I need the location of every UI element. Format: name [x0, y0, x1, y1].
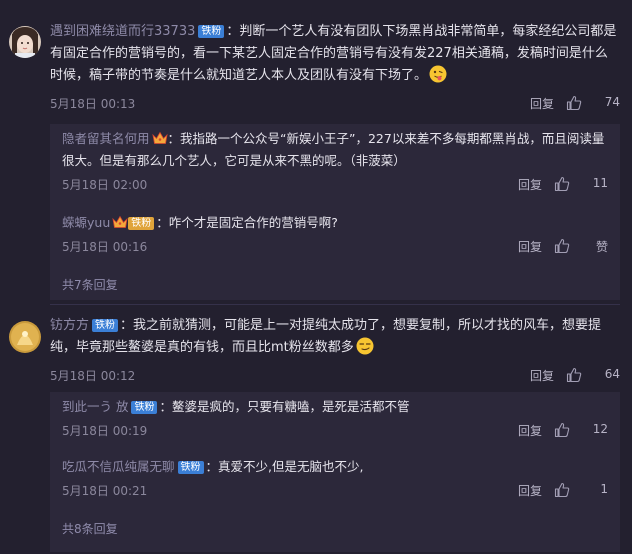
more-replies-link[interactable]: 共8条回复: [62, 520, 118, 537]
crown-icon: [151, 131, 168, 144]
like-button[interactable]: 12: [554, 420, 608, 440]
fan-badge: 铁粉: [198, 25, 225, 38]
smirk-emoji-icon: [356, 337, 374, 355]
comment-meta: 5月18日 00:12 回复 64: [50, 365, 620, 385]
reply-content: ：真爱不少,但是无脑也不少,: [205, 459, 364, 474]
reply-content: ：咋个才是固定合作的营销号啊?: [156, 215, 338, 230]
reply-content: ：鳌婆是疯的，只要有糖嗑，是死是活都不管: [159, 399, 410, 414]
like-count: 64: [604, 367, 620, 381]
reply-meta: 5月18日 00:21 回复 1: [62, 480, 608, 500]
reply-time: 5月18日 00:16: [62, 240, 148, 254]
like-button[interactable]: 11: [554, 174, 608, 194]
reply-item: 吃瓜不信瓜纯属无聊 铁粉 ：真爱不少,但是无脑也不少, 5月18日 00:21 回复…: [62, 456, 608, 500]
reply-item: 隐者留其名何用 ：我指路一个公众号“新娱小王子”，227以来差不多每期都黑肖战，…: [62, 128, 608, 194]
reply-button[interactable]: 回复: [518, 482, 542, 499]
user-avatar-image: [9, 321, 41, 353]
comment-text: 钫方方 铁粉 ：我之前就猜测，可能是上一对提纯太成功了，想要复制，所以才找的风车，想…: [50, 315, 620, 359]
reply-text: 蝾螈yuu 铁粉 ：咋个才是固定合作的营销号啊?: [62, 212, 608, 234]
tongue-out-emoji-icon: [429, 65, 447, 83]
like-button[interactable]: 1: [554, 480, 608, 500]
more-replies-link[interactable]: 共7条回复: [62, 276, 118, 293]
comment-time: 5月18日 00:12: [50, 369, 136, 383]
user-avatar-image: [9, 26, 41, 58]
reply-username[interactable]: 蝾螈yuu: [62, 215, 110, 230]
reply-list: 到此一う 放铁粉 ：鳌婆是疯的，只要有糖嗑，是死是活都不管 5月18日 00:19…: [50, 392, 620, 552]
thumbs-up-icon: [554, 482, 570, 498]
reply-button[interactable]: 回复: [518, 176, 542, 193]
reply-text: 吃瓜不信瓜纯属无聊 铁粉 ：真爱不少,但是无脑也不少,: [62, 456, 608, 478]
thumbs-up-icon: [554, 238, 570, 254]
comment-username[interactable]: 钫方方: [50, 318, 89, 333]
like-button[interactable]: 赞: [554, 236, 608, 256]
fan-badge: 铁粉: [131, 401, 158, 414]
fan-badge: 铁粉: [128, 217, 155, 230]
reply-item: 到此一う 放铁粉 ：鳌婆是疯的，只要有糖嗑，是死是活都不管 5月18日 00:19…: [62, 396, 608, 440]
reply-button[interactable]: 回复: [518, 238, 542, 255]
avatar[interactable]: [9, 26, 41, 58]
reply-time: 5月18日 00:21: [62, 484, 148, 498]
thumbs-up-icon: [554, 422, 570, 438]
reply-meta: 5月18日 00:16 回复 赞: [62, 236, 608, 256]
avatar[interactable]: [9, 321, 41, 353]
reply-text: 到此一う 放铁粉 ：鳌婆是疯的，只要有糖嗑，是死是活都不管: [62, 396, 608, 418]
reply-time: 5月18日 00:19: [62, 424, 148, 438]
reply-meta: 5月18日 00:19 回复 12: [62, 420, 608, 440]
reply-username[interactable]: 到此一う 放: [62, 399, 128, 414]
comment-text: 遇到困难绕道而行33733 铁粉 ：判断一个艺人有没有团队下场黑肖战非常简单，每家经…: [50, 21, 620, 87]
reply-list: 隐者留其名何用 ：我指路一个公众号“新娱小王子”，227以来差不多每期都黑肖战，…: [50, 124, 620, 300]
fan-badge: 铁粉: [177, 461, 204, 474]
like-count: 11: [592, 176, 608, 190]
thumbs-up-icon: [566, 95, 582, 111]
like-count: 74: [604, 95, 620, 109]
comment-meta: 5月18日 00:13 回复 74: [50, 93, 620, 113]
reply-meta: 5月18日 02:00 回复 11: [62, 174, 608, 194]
comment-username[interactable]: 遇到困难绕道而行33733: [50, 24, 195, 39]
reply-text: 隐者留其名何用 ：我指路一个公众号“新娱小王子”，227以来差不多每期都黑肖战，…: [62, 128, 608, 172]
thumbs-up-icon: [566, 367, 582, 383]
comment-content: ：我之前就猜测，可能是上一对提纯太成功了，想要复制，所以才找的风车，想要提纯，毕…: [50, 318, 602, 355]
comment-time: 5月18日 00:13: [50, 97, 136, 111]
crown-icon: [112, 215, 128, 228]
like-count: 12: [592, 422, 608, 436]
reply-username[interactable]: 隐者留其名何用: [62, 131, 150, 146]
thumbs-up-icon: [554, 176, 570, 192]
like-button[interactable]: 74: [566, 93, 620, 113]
like-count: 1: [600, 482, 608, 496]
like-count: 赞: [595, 240, 608, 254]
reply-username[interactable]: 吃瓜不信瓜纯属无聊: [62, 459, 175, 474]
fan-badge: 铁粉: [92, 319, 119, 332]
reply-time: 5月18日 02:00: [62, 178, 148, 192]
reply-button[interactable]: 回复: [530, 95, 554, 112]
comment-1: 遇到困难绕道而行33733 铁粉 ：判断一个艺人有没有团队下场黑肖战非常简单，每家经…: [0, 0, 632, 300]
like-button[interactable]: 64: [566, 365, 620, 385]
comment-2: 钫方方 铁粉 ：我之前就猜测，可能是上一对提纯太成功了，想要复制，所以才找的风车，想…: [0, 305, 632, 554]
reply-item: 蝾螈yuu 铁粉 ：咋个才是固定合作的营销号啊? 5月18日 00:16 回复 赞: [62, 212, 608, 256]
reply-button[interactable]: 回复: [518, 422, 542, 439]
reply-button[interactable]: 回复: [530, 367, 554, 384]
